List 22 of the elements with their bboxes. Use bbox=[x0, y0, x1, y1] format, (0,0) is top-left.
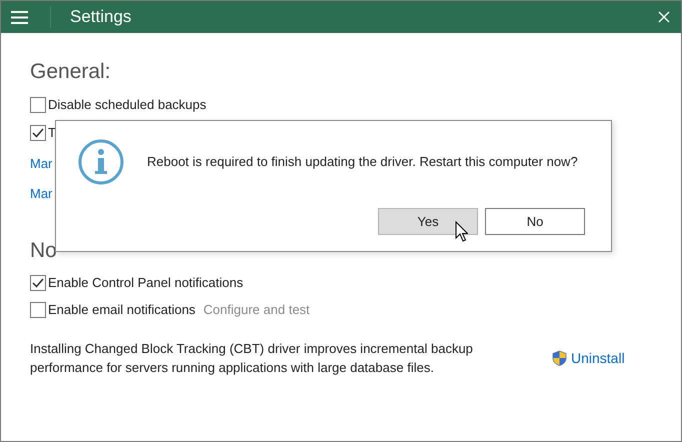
checkbox-label[interactable]: Disable scheduled backups bbox=[48, 95, 206, 115]
link[interactable]: Mar bbox=[30, 155, 52, 173]
window-title: Settings bbox=[70, 6, 132, 28]
close-icon[interactable] bbox=[657, 10, 671, 24]
uninstall-link[interactable]: Uninstall bbox=[552, 348, 625, 368]
section-heading: General: bbox=[30, 59, 112, 85]
checkbox-label[interactable]: Enable Control Panel notifications bbox=[48, 273, 244, 293]
dialog-button[interactable]: No bbox=[485, 208, 585, 235]
info-icon bbox=[78, 139, 124, 185]
checkbox-label[interactable]: T bbox=[48, 123, 56, 143]
checkbox[interactable] bbox=[30, 125, 46, 141]
checkbox[interactable] bbox=[30, 275, 46, 291]
checkbox[interactable] bbox=[30, 97, 46, 113]
shield-icon bbox=[552, 350, 567, 366]
mouse-cursor-icon bbox=[455, 221, 468, 242]
link[interactable]: Mar bbox=[30, 185, 52, 203]
section-heading: No bbox=[30, 238, 58, 264]
checkbox[interactable] bbox=[30, 302, 46, 318]
checkbox-label[interactable]: Enable email notifications bbox=[48, 300, 196, 320]
dialog-message: Reboot is required to finish updating the driver. Restart this computer now? bbox=[147, 153, 578, 172]
description-text: Installing Changed Block Tracking (CBT) driver improves incremental backup performance for servers running applications with large database files. bbox=[30, 340, 474, 377]
dialog-button[interactable]: Yes bbox=[378, 208, 478, 235]
